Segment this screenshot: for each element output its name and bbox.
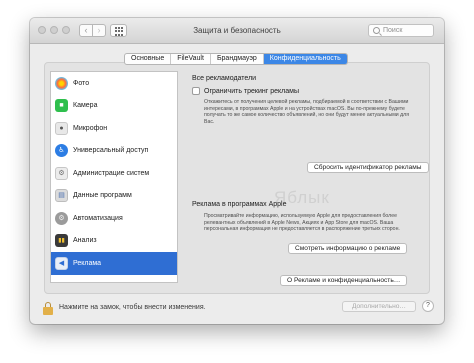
tab-privacy[interactable]: Конфиденциальность bbox=[263, 54, 347, 64]
help-button[interactable]: ? bbox=[422, 300, 434, 312]
apple-ads-description: Просматривайте информацию, используемую … bbox=[204, 213, 400, 233]
preferences-window: ‹ › Защита и безопасность Поиск Основные… bbox=[30, 18, 444, 324]
sidebar-item-label: Реклама bbox=[73, 259, 102, 267]
admin-icon: ⚙ bbox=[55, 166, 68, 180]
sidebar-item-accessibility[interactable]: ♿ Универсальный доступ bbox=[51, 140, 177, 163]
tab-filevault[interactable]: FileVault bbox=[171, 54, 211, 64]
sidebar-item-label: Микрофон bbox=[73, 124, 108, 132]
limit-ad-tracking-row[interactable]: Ограничить трекинг рекламы bbox=[192, 87, 299, 95]
limit-ad-tracking-label: Ограничить трекинг рекламы bbox=[204, 87, 299, 95]
sidebar-item-analysis[interactable]: ▮▮ Анализ bbox=[51, 230, 177, 253]
title-bar: ‹ › Защита и безопасность Поиск bbox=[30, 18, 444, 44]
lock-icon[interactable] bbox=[43, 302, 53, 315]
limit-ad-tracking-checkbox[interactable] bbox=[192, 87, 200, 95]
photos-icon bbox=[55, 76, 68, 90]
sidebar-item-automation[interactable]: ⚙ Автоматизация bbox=[51, 207, 177, 230]
sidebar-item-label: Универсальный доступ bbox=[73, 147, 149, 155]
lock-hint-text: Нажмите на замок, чтобы внести изменения… bbox=[59, 304, 206, 311]
sidebar-item-advertising[interactable]: ◀ Реклама bbox=[51, 252, 177, 275]
limit-ad-tracking-description: Откажитесь от получения целевой рекламы,… bbox=[204, 99, 410, 125]
sidebar-item-label: Фото bbox=[73, 79, 90, 87]
advanced-button[interactable]: Дополнительно… bbox=[342, 301, 416, 312]
all-advertisers-heading: Все рекламодатели bbox=[192, 75, 257, 82]
view-ad-information-button[interactable]: Смотреть информацию о рекламе bbox=[288, 243, 408, 254]
tab-bar: Основные FileVault Брандмауэр Конфиденци… bbox=[124, 53, 348, 65]
about-ads-privacy-button[interactable]: О Рекламе и конфиденциальность… bbox=[280, 275, 408, 286]
automation-icon: ⚙ bbox=[55, 211, 68, 225]
sidebar-item-label: Автоматизация bbox=[73, 214, 123, 222]
reset-ad-identifier-button[interactable]: Сбросить идентификатор рекламы bbox=[307, 162, 429, 173]
microphone-icon: ● bbox=[55, 121, 68, 135]
privacy-category-list[interactable]: Фото ■ Камера ● Микрофон ♿ Универсальный… bbox=[50, 71, 178, 283]
advertising-icon: ◀ bbox=[55, 256, 68, 270]
sidebar-item-app-data[interactable]: ▤ Данные программ bbox=[51, 185, 177, 208]
search-field[interactable]: Поиск bbox=[368, 24, 434, 37]
sidebar-item-microphone[interactable]: ● Микрофон bbox=[51, 117, 177, 140]
accessibility-icon: ♿ bbox=[55, 144, 68, 158]
sidebar-item-label: Данные программ bbox=[73, 192, 132, 200]
apple-ads-heading: Реклама в программах Apple bbox=[192, 201, 287, 208]
sidebar-item-label: Камера bbox=[73, 102, 98, 110]
sidebar-item-label: Анализ bbox=[73, 237, 97, 245]
search-placeholder: Поиск bbox=[383, 27, 403, 34]
advertising-settings: Все рекламодатели Ограничить трекинг рек… bbox=[190, 75, 429, 286]
search-icon bbox=[373, 27, 380, 34]
sidebar-item-admin[interactable]: ⚙ Администрацие систем bbox=[51, 162, 177, 185]
sidebar-item-camera[interactable]: ■ Камера bbox=[51, 95, 177, 118]
sidebar-item-photos[interactable]: Фото bbox=[51, 72, 177, 95]
app-data-icon: ▤ bbox=[55, 189, 68, 203]
sidebar-item-label: Администрацие систем bbox=[73, 169, 150, 177]
analysis-icon: ▮▮ bbox=[55, 234, 68, 248]
tab-general[interactable]: Основные bbox=[125, 54, 172, 64]
tab-firewall[interactable]: Брандмауэр bbox=[211, 54, 264, 64]
footer-bar: Нажмите на замок, чтобы внести изменения… bbox=[30, 296, 444, 324]
camera-icon: ■ bbox=[55, 99, 68, 113]
